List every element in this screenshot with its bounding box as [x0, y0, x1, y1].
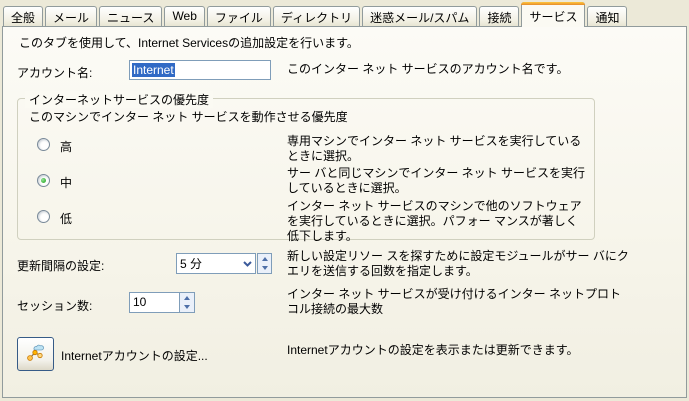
tab-services[interactable]: サービス: [521, 2, 585, 27]
priority-low-description: インター ネット サービスのマシンで他のソフトウェアを実行しているときに選択。パ…: [287, 199, 589, 244]
spin-down-icon[interactable]: [180, 303, 194, 313]
radio-priority-low[interactable]: [37, 210, 50, 223]
radio-priority-high[interactable]: [37, 138, 50, 151]
tab-news[interactable]: ニュース: [99, 6, 162, 26]
intro-text: このタブを使用して、Internet Servicesの追加設定を行います。: [19, 34, 359, 51]
radio-priority-low-label: 低: [60, 210, 72, 227]
sessions-value: 10: [130, 293, 179, 312]
update-interval-value: 5 分: [177, 255, 239, 272]
sessions-description: インター ネット サービスが受け付けるインター ネットプロトコル接続の最大数: [287, 287, 632, 317]
spin-down-icon[interactable]: [258, 264, 271, 274]
tab-mail[interactable]: メール: [45, 6, 97, 26]
sessions-input[interactable]: 10: [129, 292, 195, 313]
services-tab-page: このタブを使用して、Internet Servicesの追加設定を行います。 ア…: [2, 26, 687, 398]
network-cloud-icon: [25, 342, 47, 367]
internet-accounts-button[interactable]: [17, 337, 54, 371]
radio-priority-high-label: 高: [60, 138, 72, 155]
tab-connection[interactable]: 接続: [479, 6, 519, 26]
account-name-input[interactable]: Internet: [129, 60, 271, 80]
spin-up-icon[interactable]: [258, 254, 271, 264]
update-interval-description: 新しい設定リソー スを探すために設定モジュールがサー バにクエリを送信する回数を…: [287, 249, 632, 279]
chevron-down-icon[interactable]: [239, 254, 255, 273]
priority-subtitle: このマシンでインター ネット サービスを動作させる優先度: [29, 108, 348, 125]
update-interval-combobox[interactable]: 5 分: [176, 253, 256, 274]
priority-high-description: 専用マシンでインター ネット サービスを実行しているときに選択。: [287, 134, 589, 164]
tab-web[interactable]: Web: [164, 6, 204, 26]
update-interval-spinner: [257, 253, 272, 274]
preferences-dialog: 全般 メール ニュース Web ファイル ディレクトリ 迷惑メール/スパム 接続…: [0, 0, 689, 401]
update-interval-label: 更新間隔の設定:: [17, 257, 104, 274]
sessions-label: セッション数:: [17, 297, 92, 314]
priority-medium-description: サー バと同じマシンでインター ネット サービスを実行しているときに選択。: [287, 166, 589, 196]
spin-up-icon[interactable]: [180, 293, 194, 303]
account-name-label: アカウント名:: [17, 64, 92, 81]
internet-accounts-button-label: Internetアカウントの設定...: [61, 347, 208, 364]
tab-file[interactable]: ファイル: [207, 6, 271, 26]
tab-general[interactable]: 全般: [3, 6, 43, 26]
tab-directory[interactable]: ディレクトリ: [273, 6, 360, 26]
sessions-spinner: [179, 293, 194, 312]
radio-priority-medium[interactable]: [37, 174, 50, 187]
radio-priority-medium-label: 中: [60, 174, 72, 191]
tab-junk-mail-spam[interactable]: 迷惑メール/スパム: [362, 6, 477, 26]
tab-notification[interactable]: 通知: [587, 6, 627, 26]
internet-accounts-description: Internetアカウントの設定を表示または更新できます。: [287, 343, 632, 358]
account-name-value: Internet: [132, 63, 175, 77]
tab-strip: 全般 メール ニュース Web ファイル ディレクトリ 迷惑メール/スパム 接続…: [3, 2, 629, 26]
account-name-description: このインター ネット サービスのアカウント名です。: [287, 62, 627, 77]
priority-group-title: インターネットサービスの優先度: [25, 91, 213, 108]
